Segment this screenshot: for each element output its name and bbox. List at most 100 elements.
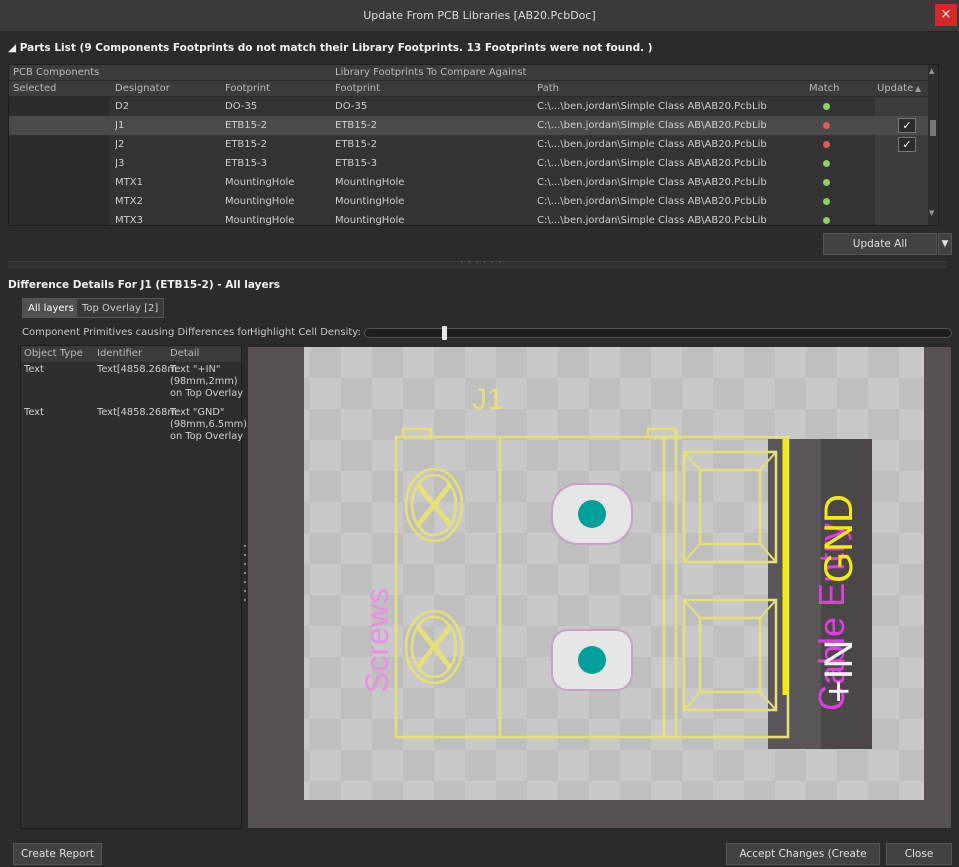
close-button[interactable]: Close bbox=[886, 843, 952, 865]
column-header-row: Selected Designator Footprint Footprint … bbox=[9, 81, 938, 97]
table-row[interactable]: J3 ETB15-3 ETB15-3 C:\...\ben.jordan\Simple… bbox=[9, 154, 938, 173]
path-cell: C:\...\ben.jordan\Simple Class AB\AB20.P… bbox=[537, 158, 767, 169]
path-cell: C:\...\ben.jordan\Simple Class AB\AB20.P… bbox=[537, 196, 767, 207]
path-cell: C:\...\ben.jordan\Simple Class AB\AB20.P… bbox=[537, 101, 767, 112]
group-header-row: PCB Components Library Footprints To Com… bbox=[9, 65, 938, 81]
lib-footprint-cell: MountingHole bbox=[335, 215, 405, 226]
detail-line: (98mm,2mm) bbox=[170, 376, 238, 387]
accept-changes-button[interactable]: Accept Changes (Create ECO) bbox=[726, 843, 880, 865]
col-match[interactable]: Match bbox=[809, 81, 840, 97]
footprint-cell: ETB15-2 bbox=[225, 120, 267, 131]
gnd-text: GND bbox=[817, 494, 861, 583]
designator-cell: J2 bbox=[115, 139, 125, 150]
path-cell: C:\...\ben.jordan\Simple Class AB\AB20.P… bbox=[537, 177, 767, 188]
identifier-cell: Text[4858.268m bbox=[97, 407, 177, 418]
match-fail-icon bbox=[823, 135, 830, 154]
footprint-viewer[interactable]: J1 Screws Cable Entry GND +IN bbox=[248, 347, 951, 828]
designator-cell: MTX1 bbox=[115, 177, 143, 188]
col-path[interactable]: Path bbox=[537, 81, 559, 97]
col-update[interactable]: Update bbox=[877, 81, 913, 97]
density-label: Highlight Cell Density: bbox=[250, 327, 361, 338]
parts-list-header[interactable]: ◢ Parts List (9 Components Footprints do… bbox=[8, 42, 653, 54]
footprint-cell: ETB15-2 bbox=[225, 139, 267, 150]
lib-footprint-cell: DO-35 bbox=[335, 101, 368, 112]
primitives-table: Object Type Identifier Detail Text Text[… bbox=[20, 345, 247, 829]
col-identifier[interactable]: Identifier bbox=[97, 346, 142, 362]
update-checkbox[interactable]: ✓ bbox=[898, 118, 916, 133]
horizontal-splitter[interactable]: · · · · · · bbox=[8, 258, 947, 268]
footprint-cell: DO-35 bbox=[225, 101, 258, 112]
table-row[interactable]: J1 ETB15-2 ETB15-2 C:\...\ben.jordan\Simple… bbox=[9, 116, 938, 135]
detail-line: on Top Overlay bbox=[170, 388, 244, 399]
col-footprint[interactable]: Footprint bbox=[225, 81, 270, 97]
scroll-down-icon[interactable]: ▼ bbox=[929, 209, 934, 217]
tab-top-overlay[interactable]: Top Overlay [2] bbox=[76, 298, 165, 318]
designator-cell: D2 bbox=[115, 101, 130, 112]
detail-line: Text "GND" bbox=[170, 407, 225, 418]
primitives-header-row: Object Type Identifier Detail bbox=[21, 346, 241, 362]
screws-text: Screws bbox=[359, 588, 395, 693]
table-row[interactable]: MTX1 MountingHole MountingHole C:\...\ben.j… bbox=[9, 173, 938, 192]
path-cell: C:\...\ben.jordan\Simple Class AB\AB20.P… bbox=[537, 139, 767, 150]
table-row[interactable]: Text Text[4858.268m Text "+IN" (98mm,2mm… bbox=[21, 364, 244, 406]
table-row[interactable]: D2 DO-35 DO-35 C:\...\ben.jordan\Simple Cla… bbox=[9, 97, 938, 116]
lib-footprint-cell: ETB15-2 bbox=[335, 120, 377, 131]
match-ok-icon bbox=[823, 97, 830, 116]
designator-cell: J3 bbox=[115, 158, 125, 169]
difference-details-header: Difference Details For J1 (ETB15-2) - Al… bbox=[8, 279, 281, 291]
col-object-type[interactable]: Object Type bbox=[24, 346, 83, 362]
lib-footprint-cell: MountingHole bbox=[335, 196, 405, 207]
identifier-cell: Text[4858.268m bbox=[97, 364, 177, 375]
table-row[interactable]: MTX3 MountingHole MountingHole C:\...\ben.j… bbox=[9, 211, 938, 226]
designator-cell: MTX2 bbox=[115, 196, 143, 207]
splitter-grip: · · · · · · bbox=[460, 258, 503, 268]
match-ok-icon bbox=[823, 192, 830, 211]
col-detail[interactable]: Detail bbox=[170, 346, 199, 362]
footprint-cell: MountingHole bbox=[225, 177, 295, 188]
col-lib-footprint[interactable]: Footprint bbox=[335, 81, 380, 97]
pad-hole-1 bbox=[578, 500, 606, 528]
path-cell: C:\...\ben.jordan\Simple Class AB\AB20.P… bbox=[537, 120, 767, 131]
designator-cell: MTX3 bbox=[115, 215, 143, 226]
table-row[interactable]: MTX2 MountingHole MountingHole C:\...\ben.j… bbox=[9, 192, 938, 211]
vertical-splitter-grip[interactable] bbox=[243, 545, 247, 605]
close-icon[interactable]: × bbox=[935, 4, 957, 26]
designator-text: J1 bbox=[472, 383, 504, 416]
object-type-cell: Text bbox=[24, 364, 44, 375]
group-pcb-components: PCB Components bbox=[13, 67, 100, 78]
scroll-up-icon[interactable]: ▲ bbox=[929, 67, 934, 75]
table-row[interactable]: J2 ETB15-2 ETB15-2 C:\...\ben.jordan\Simple… bbox=[9, 135, 938, 154]
lib-footprint-cell: MountingHole bbox=[335, 177, 405, 188]
primitives-label: Component Primitives causing Differences… bbox=[22, 327, 264, 338]
window-title: Update From PCB Libraries [AB20.PcbDoc] bbox=[363, 9, 596, 22]
footprint-cell: MountingHole bbox=[225, 215, 295, 226]
lib-footprint-cell: ETB15-2 bbox=[335, 139, 377, 150]
footprint-cell: MountingHole bbox=[225, 196, 295, 207]
table-row[interactable]: Text Text[4858.268m Text "GND" (98mm,6.5… bbox=[21, 407, 247, 449]
footprint-canvas: J1 Screws Cable Entry GND +IN bbox=[304, 347, 924, 800]
sort-up-icon[interactable]: ▲ bbox=[915, 81, 921, 97]
group-library-footprints: Library Footprints To Compare Against bbox=[335, 67, 527, 78]
update-checkbox[interactable]: ✓ bbox=[898, 137, 916, 152]
density-slider[interactable] bbox=[364, 326, 952, 340]
parts-table: PCB Components Library Footprints To Com… bbox=[8, 64, 939, 226]
object-type-cell: Text bbox=[24, 407, 44, 418]
update-all-dropdown-icon[interactable]: ▼ bbox=[938, 233, 952, 255]
match-ok-icon bbox=[823, 211, 830, 225]
density-slider-knob[interactable] bbox=[442, 326, 447, 340]
match-ok-icon bbox=[823, 173, 830, 192]
detail-line: (98mm,6.5mm) bbox=[170, 419, 247, 430]
tab-all-layers[interactable]: All layers bbox=[22, 298, 80, 318]
pad-hole-2 bbox=[578, 646, 606, 674]
update-all-button[interactable]: Update All bbox=[823, 233, 937, 255]
in-text: +IN bbox=[817, 640, 861, 703]
col-designator[interactable]: Designator bbox=[115, 81, 170, 97]
detail-line: Text "+IN" bbox=[170, 364, 221, 375]
match-fail-icon bbox=[823, 116, 830, 135]
scroll-thumb[interactable] bbox=[930, 120, 936, 136]
col-selected[interactable]: Selected bbox=[13, 81, 56, 97]
match-ok-icon bbox=[823, 154, 830, 173]
create-report-button[interactable]: Create Report bbox=[13, 843, 102, 865]
parts-scrollbar[interactable]: ▲ ▼ bbox=[928, 65, 938, 225]
path-cell: C:\...\ben.jordan\Simple Class AB\AB20.P… bbox=[537, 215, 767, 226]
